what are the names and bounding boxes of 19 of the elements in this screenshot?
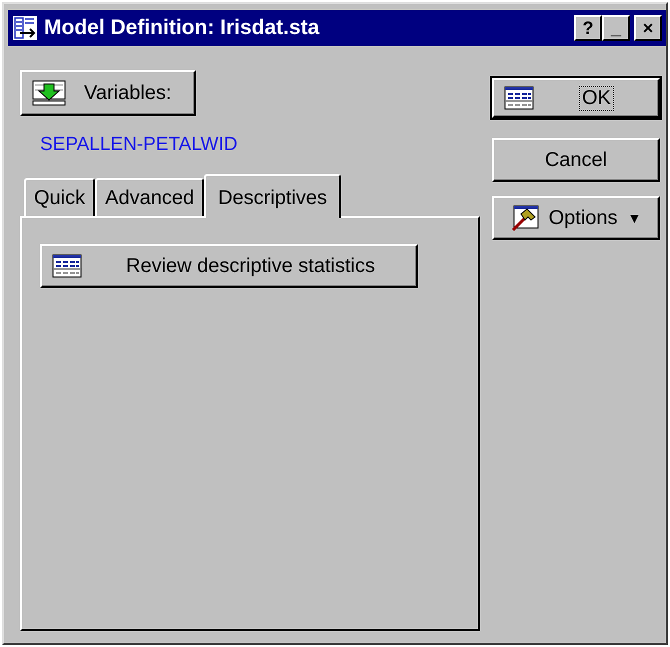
tab[interactable]: Quick [24,178,96,216]
selected-variables: SEPALLEN-PETALWID [40,134,238,156]
caret-icon: ▼ [628,210,642,226]
tab[interactable]: Advanced [95,178,204,216]
tab[interactable]: Descriptives [204,174,342,218]
table-icon [52,254,82,278]
options-button[interactable]: Options ▼ [492,196,660,240]
hammer-icon [510,205,539,231]
spreadsheet-arrow-icon [12,15,38,41]
minimize-button[interactable]: _ [602,15,630,41]
window-title: Model Definition: Irisdat.sta [44,16,320,40]
cancel-button[interactable]: Cancel [492,138,660,182]
help-button[interactable]: ? [574,15,602,41]
download-arrow-icon [32,80,66,106]
ok-button[interactable]: OK [492,78,660,118]
table-icon [504,86,534,110]
close-button[interactable]: × [634,15,662,41]
variables-button[interactable]: Variables: [20,70,196,116]
review-statistics-button[interactable]: Review descriptive statistics [40,244,418,288]
